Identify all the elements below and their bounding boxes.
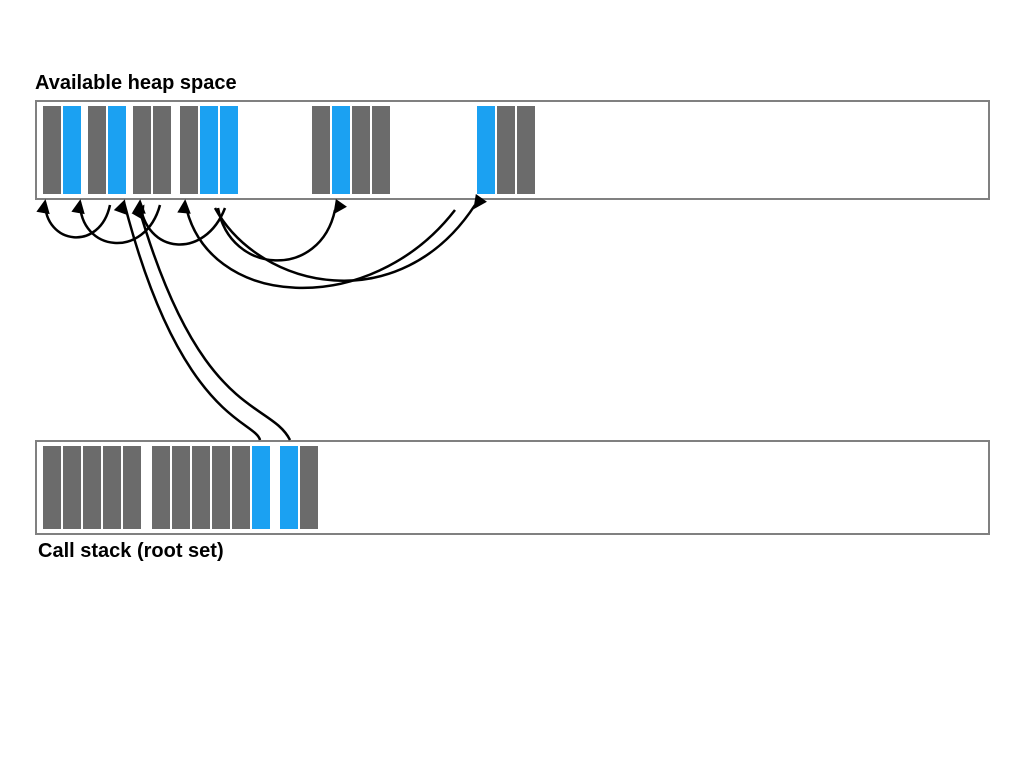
stack-block	[300, 446, 318, 529]
stack-block	[172, 446, 190, 529]
heap-block	[312, 106, 330, 194]
heap-block	[497, 106, 515, 194]
reference-arrow	[138, 205, 290, 440]
heap-block	[352, 106, 370, 194]
arrowhead-icon	[116, 202, 125, 213]
reference-arrow	[45, 202, 110, 237]
stack-label: Call stack (root set)	[38, 540, 224, 563]
stack-block	[232, 446, 250, 529]
reference-arrow	[218, 208, 335, 260]
stack-block	[152, 446, 170, 529]
stack-block	[103, 446, 121, 529]
stack-block	[252, 446, 270, 529]
heap-block	[332, 106, 350, 194]
stack-region	[35, 440, 990, 535]
heap-block	[200, 106, 218, 194]
reference-arrow	[185, 202, 455, 288]
stack-block	[123, 446, 141, 529]
stack-block	[43, 446, 61, 529]
heap-block	[63, 106, 81, 194]
heap-label: Available heap space	[35, 72, 237, 95]
arrowhead-icon	[179, 202, 189, 212]
arrowhead-icon	[74, 202, 83, 213]
stack-block	[280, 446, 298, 529]
reference-arrow	[215, 205, 475, 281]
heap-block	[153, 106, 171, 194]
heap-block	[180, 106, 198, 194]
reference-arrow	[80, 202, 160, 243]
stack-block	[63, 446, 81, 529]
heap-region	[35, 100, 990, 200]
stack-block	[212, 446, 230, 529]
heap-block	[43, 106, 61, 194]
stack-block	[192, 446, 210, 529]
reference-arrow	[140, 202, 225, 244]
heap-block	[372, 106, 390, 194]
arrowhead-icon	[134, 202, 144, 212]
arrowhead-icon	[335, 201, 345, 212]
heap-block	[133, 106, 151, 194]
heap-block	[88, 106, 106, 194]
arrowhead-icon	[39, 202, 48, 213]
arrowhead-icon	[134, 207, 143, 218]
reference-arrow	[124, 202, 260, 440]
heap-block	[517, 106, 535, 194]
stack-block	[83, 446, 101, 529]
heap-block	[220, 106, 238, 194]
heap-block	[477, 106, 495, 194]
heap-block	[108, 106, 126, 194]
